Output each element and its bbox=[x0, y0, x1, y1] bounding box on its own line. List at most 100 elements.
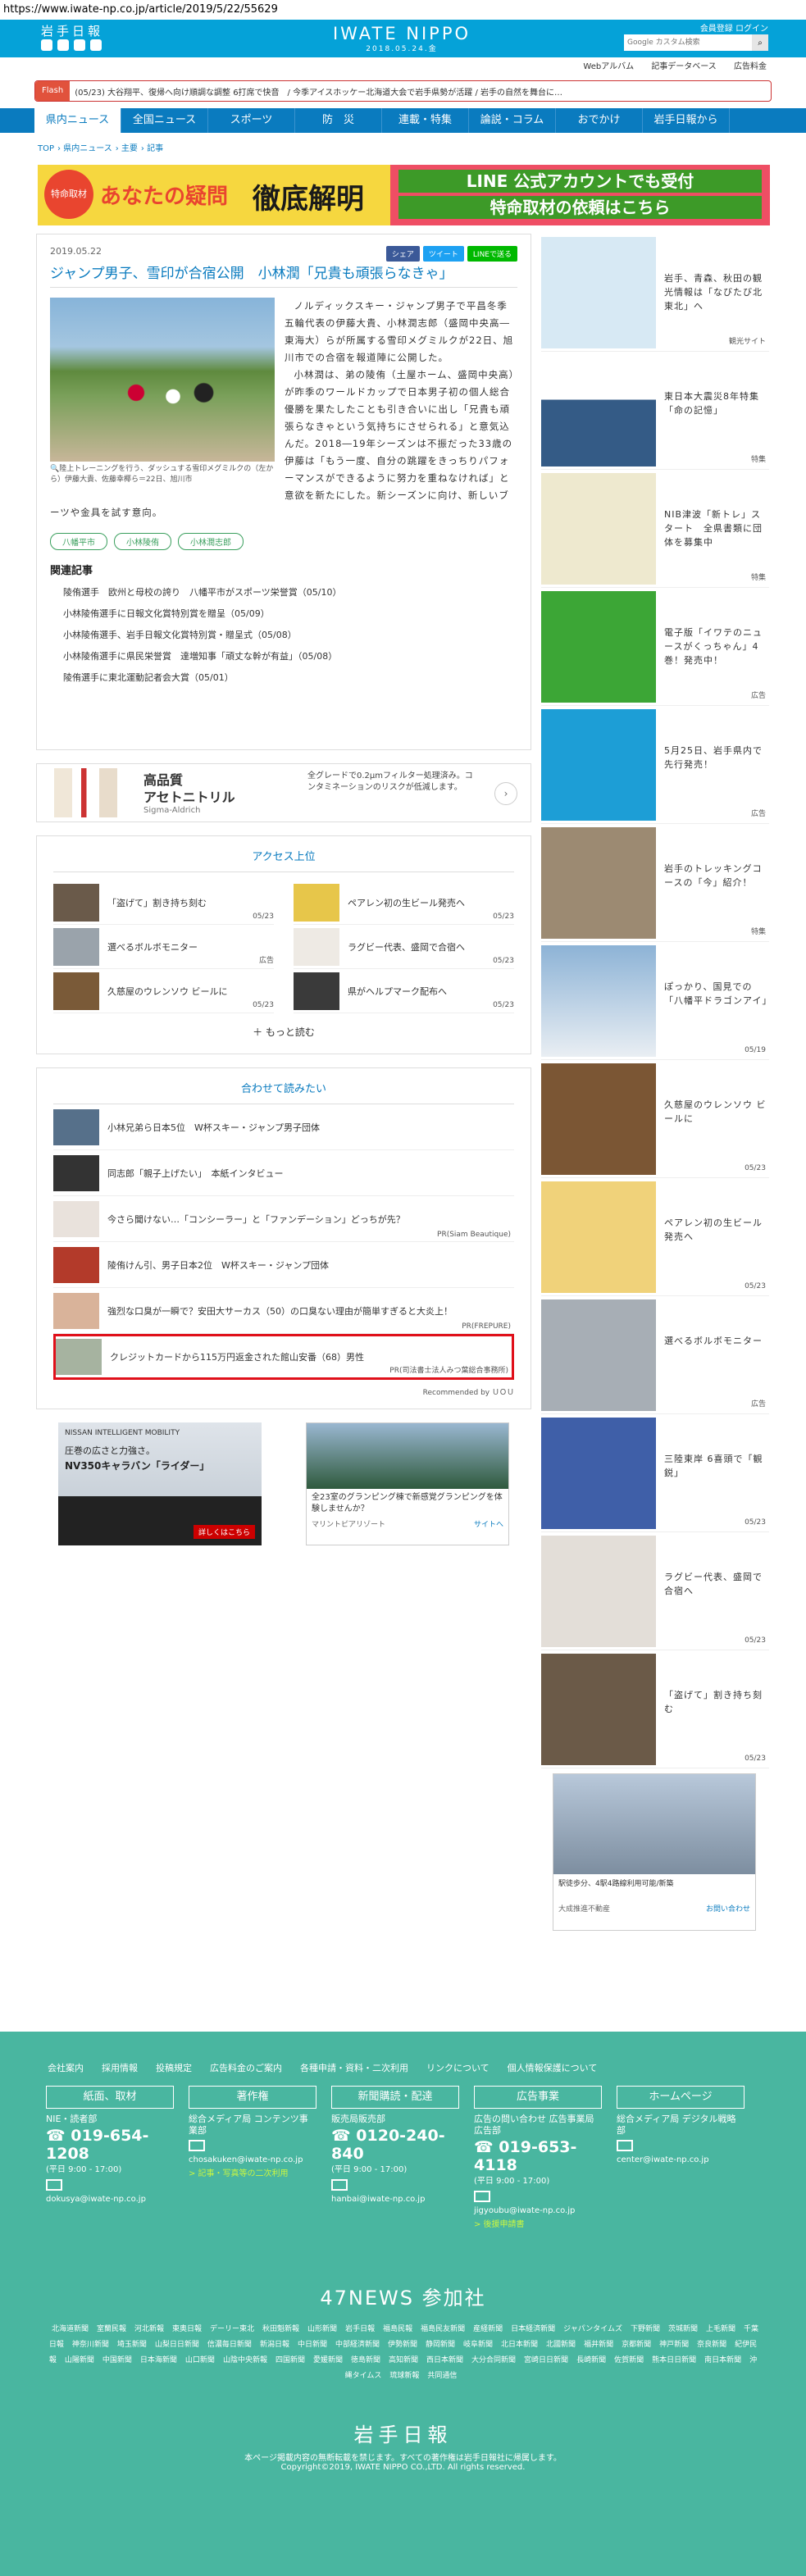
mail-icon[interactable] bbox=[474, 2191, 490, 2202]
sidebar-item[interactable]: ペアレン初の生ビール発売へ 05/23 bbox=[541, 1178, 769, 1296]
related-link[interactable]: 小林陵侑選手に県民栄誉賞 達増知事「頑丈な幹が有益」（05/08） bbox=[50, 646, 517, 667]
tag-kobayashi-junshiro[interactable]: 小林潤志郎 bbox=[178, 533, 244, 550]
member-paper-link[interactable]: 室蘭民報 bbox=[97, 2325, 126, 2333]
member-paper-link[interactable]: 神奈川新聞 bbox=[72, 2341, 109, 2349]
sidebar-item[interactable]: NIB津波「新トレ」スタート 全県書類に団体を募集中 特集 bbox=[541, 470, 769, 588]
member-paper-link[interactable]: 佐賀新聞 bbox=[614, 2356, 644, 2364]
member-paper-link[interactable]: 上毛新聞 bbox=[706, 2325, 735, 2333]
mail-icon[interactable] bbox=[46, 2179, 62, 2191]
recommended-by[interactable]: Recommended by ＵＯＵ bbox=[53, 1380, 514, 1397]
member-paper-link[interactable]: 山形新聞 bbox=[307, 2325, 337, 2333]
mail-icon[interactable] bbox=[617, 2140, 633, 2151]
sidebar-item[interactable]: 電子版「イワテのニュースがくっちゃん」4巻！発売中！ 広告 bbox=[541, 588, 769, 706]
member-paper-link[interactable]: 伊勢新聞 bbox=[388, 2341, 417, 2349]
more-button[interactable]: ＋ もっと読む bbox=[53, 1013, 514, 1042]
member-paper-link[interactable]: デーリー東北 bbox=[210, 2325, 254, 2333]
member-paper-link[interactable]: 大分合同新聞 bbox=[471, 2356, 516, 2364]
search-input[interactable] bbox=[624, 34, 752, 51]
sidebar-item[interactable]: 選べるボルボモニター 広告 bbox=[541, 1296, 769, 1414]
ranking-item[interactable]: 久慈屋のウレンソウ ビールに 05/23 bbox=[53, 969, 274, 1013]
ranking-item[interactable]: 「盗げて」割き持ち刻む 05/23 bbox=[53, 881, 274, 925]
recommend-item[interactable]: 小林兄弟ら日本5位 W杯スキー・ジャンプ男子団体 bbox=[53, 1104, 514, 1150]
breadcrumb-local[interactable]: 県内ニュース bbox=[63, 144, 112, 153]
member-paper-link[interactable]: 京都新聞 bbox=[622, 2341, 651, 2349]
tweet-button[interactable]: ツイート bbox=[422, 246, 464, 262]
account-links[interactable]: 会員登録 ログイン bbox=[700, 21, 768, 34]
member-paper-link[interactable]: 秋田魁新報 bbox=[262, 2325, 299, 2333]
member-paper-link[interactable]: 山陽新聞 bbox=[65, 2356, 94, 2364]
member-paper-link[interactable]: 熊本日日新聞 bbox=[652, 2356, 696, 2364]
gnav-national-news[interactable]: 全国ニュース bbox=[121, 108, 208, 133]
member-paper-link[interactable]: 福島民友新聞 bbox=[421, 2325, 465, 2333]
sidebar-item[interactable]: ぽっかり、国見での「八幡平ドラゴンアイ」 05/19 bbox=[541, 942, 771, 1060]
member-paper-link[interactable]: 長崎新聞 bbox=[576, 2356, 606, 2364]
sigma-ad[interactable]: 高品質 アセトニトリル Sigma-Aldrich 全グレードで0.2μmフィル… bbox=[36, 763, 531, 822]
tag-hachimantai[interactable]: 八幡平市 bbox=[50, 533, 107, 550]
member-paper-link[interactable]: 産経新聞 bbox=[473, 2325, 503, 2333]
member-paper-link[interactable]: 宮崎日日新聞 bbox=[524, 2356, 568, 2364]
member-paper-link[interactable]: 東奥日報 bbox=[172, 2325, 202, 2333]
nissan-ad[interactable]: NISSAN INTELLIGENT MOBILITY 圧巻の広さと力強さ。 N… bbox=[58, 1422, 262, 1545]
gnav-sports[interactable]: スポーツ bbox=[208, 108, 295, 133]
related-link[interactable]: 陵侑選手 欧州と母校の誇り 八幡平市がスポーツ栄誉賞（05/10） bbox=[50, 582, 517, 603]
related-link[interactable]: 小林陵侑選手、岩手日報文化賞特別賞・贈呈式（05/08） bbox=[50, 625, 517, 646]
contact-email[interactable]: center@iwate-np.co.jp bbox=[617, 2155, 745, 2166]
member-paper-link[interactable]: 信濃毎日新聞 bbox=[207, 2341, 252, 2349]
sponsorship-link[interactable]: > 後援申請書 bbox=[474, 2217, 602, 2229]
member-paper-link[interactable]: 奈良新聞 bbox=[697, 2341, 726, 2349]
contact-heading[interactable]: ホームページ bbox=[617, 2086, 745, 2109]
gnav-local-news[interactable]: 県内ニュース bbox=[34, 108, 121, 133]
ranking-item[interactable]: 選べるボルボモニター 広告 bbox=[53, 925, 274, 969]
sidebar-item[interactable]: 東日本大震災8年特集「命の記憶」 特集 bbox=[541, 352, 769, 470]
secondary-use-link[interactable]: > 記事・写真等の二次利用 bbox=[189, 2166, 316, 2178]
breadcrumb-main[interactable]: 主要 bbox=[121, 144, 138, 153]
breadcrumb-top[interactable]: TOP bbox=[38, 144, 54, 153]
footer-logo[interactable]: 岩手日報 bbox=[0, 2419, 806, 2447]
contact-email[interactable]: jigyoubu@iwate-np.co.jp bbox=[474, 2205, 602, 2217]
footer-link[interactable]: 投稿規定 bbox=[156, 2061, 192, 2074]
footer-link[interactable]: 採用情報 bbox=[102, 2061, 138, 2074]
facebook-icon[interactable] bbox=[57, 39, 69, 51]
glamping-site-link[interactable]: サイトへ bbox=[474, 1518, 503, 1529]
member-paper-link[interactable]: 中日新聞 bbox=[298, 2341, 327, 2349]
facebook-share-button[interactable]: シェア bbox=[385, 246, 420, 262]
contact-email[interactable]: chosakuken@iwate-np.co.jp bbox=[189, 2155, 316, 2166]
sidebar-item[interactable]: 5月25日、岩手県内で先行発売！ 広告 bbox=[541, 706, 769, 824]
member-paper-link[interactable]: 福島民報 bbox=[383, 2325, 412, 2333]
tag-kobayashi-ryoyu[interactable]: 小林陵侑 bbox=[114, 533, 171, 550]
member-paper-link[interactable]: 西日本新聞 bbox=[426, 2356, 463, 2364]
gnav-disaster[interactable]: 防 災 bbox=[295, 108, 382, 133]
member-paper-link[interactable]: 茨城新聞 bbox=[668, 2325, 698, 2333]
investigation-banner[interactable]: 特命取材 あなたの疑問 徹底解明 LINE 公式アカウントでも受付 特命取材の依… bbox=[38, 165, 770, 225]
contact-email[interactable]: hanbai@iwate-np.co.jp bbox=[331, 2194, 459, 2205]
sidebar-item[interactable]: 三陸東岸 6喜頭で「観鋭」 05/23 bbox=[541, 1414, 769, 1532]
footer-link[interactable]: 広告料金のご案内 bbox=[210, 2061, 282, 2074]
gnav-columns[interactable]: 論説・コラム bbox=[469, 108, 556, 133]
member-paper-link[interactable]: 静岡新聞 bbox=[426, 2341, 455, 2349]
member-paper-link[interactable]: 琉球新報 bbox=[389, 2372, 419, 2380]
member-paper-link[interactable]: 山陰中央新報 bbox=[223, 2356, 267, 2364]
site-logo[interactable]: 岩手日報 bbox=[41, 22, 103, 39]
member-paper-link[interactable]: 岩手日報 bbox=[345, 2325, 375, 2333]
member-paper-link[interactable]: 河北新報 bbox=[134, 2325, 164, 2333]
member-paper-link[interactable]: ジャパンタイムズ bbox=[563, 2325, 622, 2333]
member-paper-link[interactable]: 中国新聞 bbox=[102, 2356, 132, 2364]
flash-text[interactable]: (05/23) 大谷翔平、復帰へ向け順調な調整 6打席で快音 / 今季アイスホッ… bbox=[70, 85, 562, 98]
related-link[interactable]: 陵侑選手に東北運動記者会大賞（05/01） bbox=[50, 667, 517, 689]
realestate-contact-link[interactable]: お問い合わせ bbox=[706, 1903, 750, 1914]
sidebar-item[interactable]: 岩手のトレッキングコースの「今」紹介！ 特集 bbox=[541, 824, 769, 942]
footer-link[interactable]: 会社案内 bbox=[48, 2061, 84, 2074]
footer-link[interactable]: 個人情報保護について bbox=[508, 2061, 598, 2074]
chevron-right-icon[interactable]: › bbox=[494, 782, 517, 805]
member-paper-link[interactable]: 山口新聞 bbox=[185, 2356, 215, 2364]
member-paper-link[interactable]: 神戸新聞 bbox=[659, 2341, 689, 2349]
related-link[interactable]: 小林陵侑選手に日報文化賞特別賞を贈呈（05/09） bbox=[50, 603, 517, 625]
member-paper-link[interactable]: 日本経済新聞 bbox=[511, 2325, 555, 2333]
ranking-item[interactable]: 県がヘルプマーク配布へ 05/23 bbox=[294, 969, 514, 1013]
member-paper-link[interactable]: 高知新聞 bbox=[389, 2356, 418, 2364]
nissan-details-button[interactable]: 詳しくはこちら bbox=[193, 1525, 255, 1539]
url-bar[interactable]: https://www.iwate-np.co.jp/article/2019/… bbox=[0, 0, 806, 20]
sidebar-item[interactable]: 久慈屋のウレンソウ ビールに 05/23 bbox=[541, 1060, 769, 1178]
contact-heading[interactable]: 新聞購読・配達 bbox=[331, 2086, 459, 2109]
member-paper-link[interactable]: 新潟日報 bbox=[260, 2341, 289, 2349]
